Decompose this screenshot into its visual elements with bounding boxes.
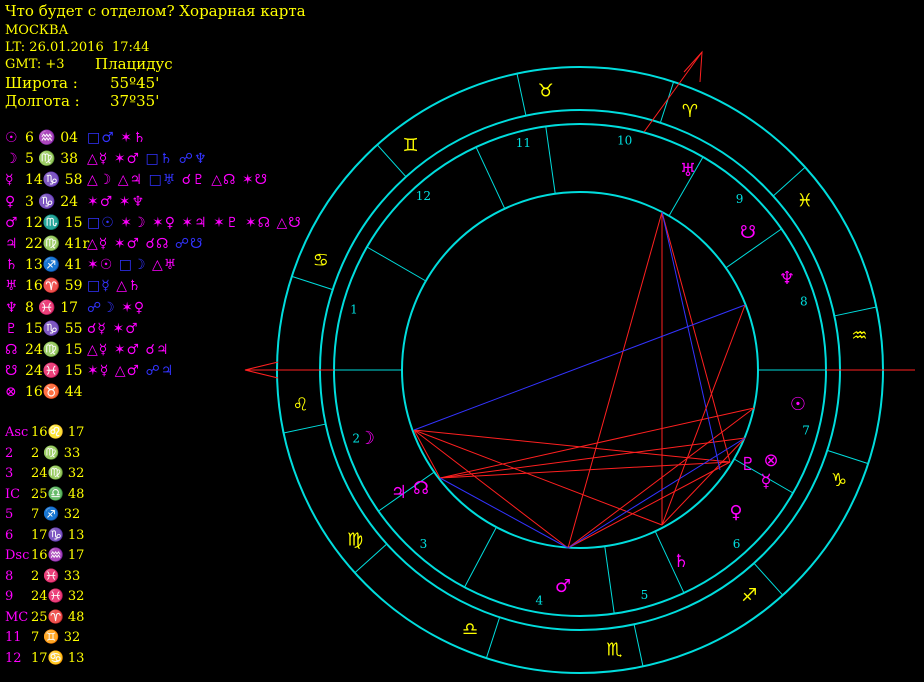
zodiac-sign-glyph: ♐ xyxy=(741,585,757,606)
house-number: 1 xyxy=(350,302,358,316)
wheel-rings xyxy=(276,66,884,674)
sign-divider xyxy=(827,449,869,465)
sign-divider xyxy=(485,617,501,659)
planet-uranus-glyph: ♅ xyxy=(680,160,696,181)
planet-mars-glyph: ♂ xyxy=(555,576,571,597)
aspect-line xyxy=(413,429,569,549)
planet-north-node-glyph: ☊ xyxy=(413,478,429,499)
house-number: 7 xyxy=(802,424,810,438)
sign-divider xyxy=(633,624,644,667)
house-number: 8 xyxy=(800,295,808,309)
house-divider xyxy=(545,126,556,194)
sign-divider xyxy=(516,73,527,116)
aspect-line xyxy=(567,211,663,549)
zodiac-sign-glyph: ♓ xyxy=(797,191,813,212)
planet-south-node-glyph: ☋ xyxy=(740,222,756,243)
zodiac-sign-glyph: ♈ xyxy=(682,101,698,122)
house-number: 12 xyxy=(416,189,431,203)
zodiac-sign-glyph: ♊ xyxy=(403,135,419,156)
zodiac-sign-glyph: ♋ xyxy=(313,250,329,271)
aspect-lines xyxy=(244,50,915,549)
house-number: 3 xyxy=(420,537,428,551)
house-number: 10 xyxy=(617,133,632,147)
planet-mercury-glyph: ☿ xyxy=(760,471,771,492)
planet-moon-glyph: ☽ xyxy=(359,428,375,449)
aspect-line xyxy=(661,211,731,463)
house-divider xyxy=(464,526,497,588)
zodiac-sign-glyph: ♏ xyxy=(606,639,622,660)
aspect-line xyxy=(413,429,441,479)
zodiac-sign-glyph: ♒ xyxy=(851,326,867,347)
planet-jupiter-glyph: ♃ xyxy=(391,482,407,503)
zodiac-sign-glyph: ♎ xyxy=(462,619,478,640)
planet-fortune-glyph: ⊗ xyxy=(763,450,778,471)
planet-pluto-glyph: ♇ xyxy=(740,454,756,475)
house-number: 4 xyxy=(536,593,544,607)
house-number: 11 xyxy=(516,136,531,150)
planet-sun-glyph: ☉ xyxy=(790,394,806,415)
aspect-line xyxy=(413,304,746,431)
zodiac-sign-glyph: ♑ xyxy=(831,470,847,491)
house-number: 9 xyxy=(736,192,744,206)
horary-chart-wheel: ♉♈♓♒♑♐♏♎♍♌♋♊ 109876543211211♅☋♆☉♇ ⊗☿♀♄♂♃ ☊☽ xyxy=(244,50,915,674)
house-number: 6 xyxy=(733,537,741,551)
zodiac-sign-glyph: ♉ xyxy=(538,81,554,102)
sign-divider xyxy=(659,81,675,123)
sign-divider xyxy=(291,275,333,291)
sign-divider xyxy=(834,306,877,317)
sign-divider xyxy=(283,423,326,434)
aspect-line xyxy=(439,477,569,549)
house-divider xyxy=(604,546,615,614)
wheel-ring-3 xyxy=(333,123,827,617)
house-divider xyxy=(366,246,427,282)
zodiac-sign-glyph: ♌ xyxy=(293,394,309,415)
planet-neptune-glyph: ♆ xyxy=(779,268,795,289)
house-number: 5 xyxy=(641,588,649,602)
planet-venus-glyph: ♀ xyxy=(729,502,742,523)
zodiac-sign-glyph: ♍ xyxy=(347,529,363,550)
planet-saturn-glyph: ♄ xyxy=(673,551,689,572)
sign-divider xyxy=(753,562,784,596)
aspect-line xyxy=(661,304,746,526)
aspect-line xyxy=(439,461,731,479)
house-divider xyxy=(475,146,506,209)
